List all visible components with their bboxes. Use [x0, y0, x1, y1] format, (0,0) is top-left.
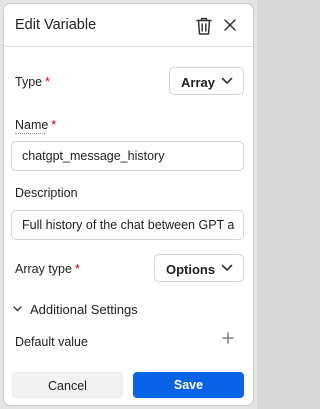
array-type-select-value: Options	[166, 262, 216, 277]
cancel-button[interactable]: Cancel	[12, 372, 123, 398]
description-label: Description	[15, 186, 78, 200]
chevron-down-icon	[221, 77, 233, 84]
dialog-title: Edit Variable	[15, 17, 97, 33]
name-input-value: chatgpt_message_history	[22, 149, 165, 163]
array-type-select[interactable]: Options	[154, 254, 244, 282]
required-marker: *	[45, 75, 50, 89]
array-type-label-text: Array type	[15, 262, 72, 276]
type-label-text: Type	[15, 75, 43, 89]
close-icon[interactable]	[223, 18, 237, 32]
dialog-header: Edit Variable	[4, 4, 253, 47]
save-button[interactable]: Save	[133, 372, 244, 398]
dialog-footer: Cancel Save	[4, 361, 253, 406]
default-value-label: Default value	[15, 335, 88, 349]
trash-icon[interactable]	[195, 16, 213, 36]
type-label: Type *	[15, 75, 50, 89]
description-input-value: Full history of the chat between GPT a	[22, 218, 235, 232]
type-select[interactable]: Array	[169, 67, 244, 95]
name-label-text: Name	[15, 118, 49, 132]
name-label-underline	[15, 133, 45, 135]
chevron-down-icon	[221, 264, 233, 271]
name-label: Name *	[15, 118, 56, 132]
array-type-label: Array type *	[15, 262, 80, 276]
additional-settings-label: Additional Settings	[30, 302, 138, 317]
description-input[interactable]: Full history of the chat between GPT a	[11, 210, 244, 240]
chevron-down-icon	[13, 306, 22, 312]
required-marker: *	[51, 118, 57, 132]
required-marker: *	[74, 262, 80, 276]
edit-variable-dialog: Edit Variable Type * Array Name * chatgpt_…	[3, 3, 254, 406]
type-select-value: Array	[181, 75, 215, 90]
name-input[interactable]: chatgpt_message_history	[11, 141, 244, 171]
plus-icon[interactable]	[222, 332, 234, 344]
